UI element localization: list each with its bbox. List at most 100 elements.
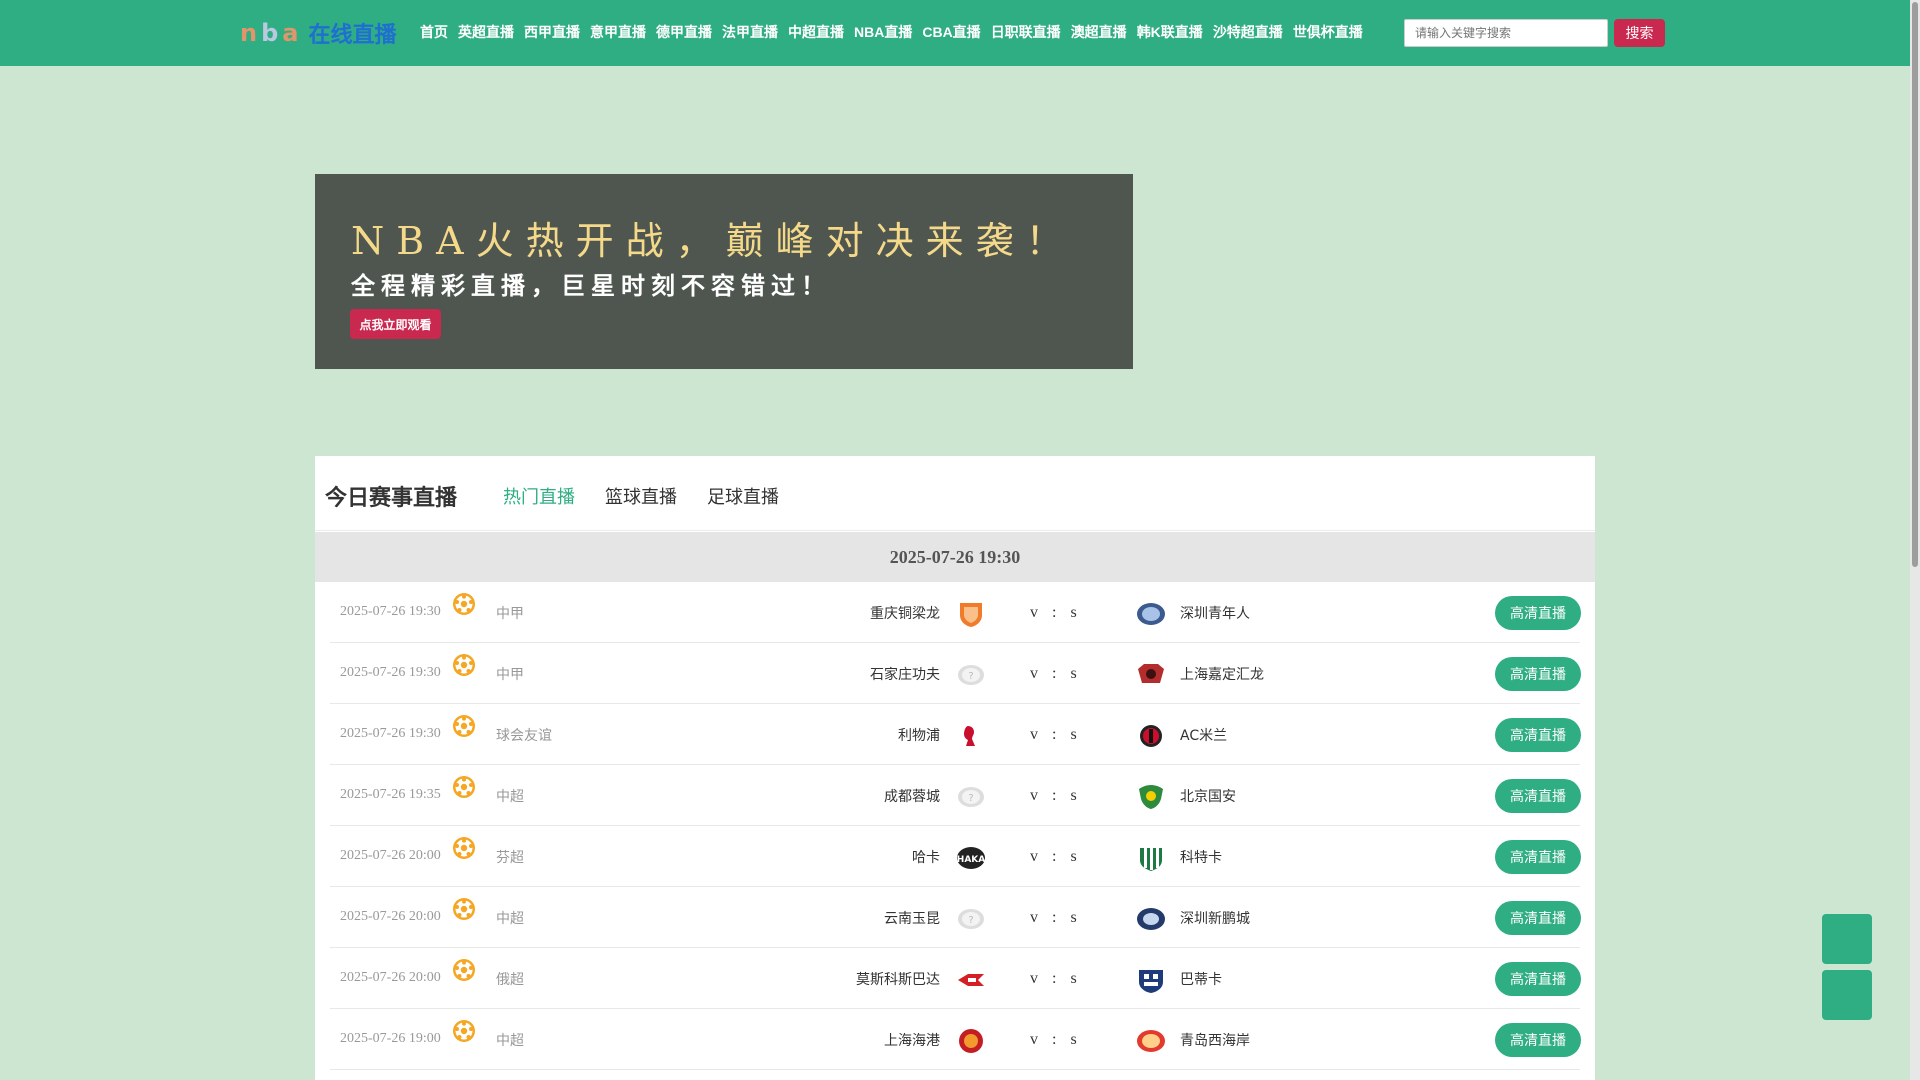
category-tabs: 热门直播 篮球直播 足球直播	[503, 483, 779, 509]
nav-cba[interactable]: CBA直播	[922, 22, 980, 42]
vs-s: s	[1070, 726, 1077, 743]
nav-csl[interactable]: 中超直播	[788, 22, 844, 42]
nav-jleague[interactable]: 日职联直播	[991, 22, 1061, 42]
svg-text:?: ?	[968, 793, 973, 804]
nav-aleague[interactable]: 澳超直播	[1071, 22, 1127, 42]
match-row[interactable]: 2025-07-26 20:00 中超 云南玉昆? v: s 深圳新鹏城 高清直播	[330, 887, 1581, 948]
match-row[interactable]: 2025-07-26 20:00 俄超 莫斯科斯巴达 v: s 巴蒂卡 高清直播	[330, 948, 1581, 1009]
nav-seriea[interactable]: 意甲直播	[590, 22, 646, 42]
match-row[interactable]: 2025-07-26 19:35 中超 成都蓉城? v: s 北京国安 高清直播	[330, 765, 1581, 826]
league-name[interactable]: 中超	[496, 1030, 524, 1050]
home-team-name[interactable]: 成都蓉城	[884, 786, 940, 806]
nav-ligue1[interactable]: 法甲直播	[722, 22, 778, 42]
match-time: 2025-07-26 20:00	[340, 970, 441, 985]
logo-letter-n: n	[240, 19, 262, 47]
league-name[interactable]: 球会友谊	[496, 725, 552, 745]
hd-live-button[interactable]: 高清直播	[1495, 901, 1581, 935]
home-team-name[interactable]: 莫斯科斯巴达	[856, 969, 940, 989]
away-team-logo-icon	[1136, 1027, 1166, 1055]
hd-live-button[interactable]: 高清直播	[1495, 596, 1581, 630]
home-team-name[interactable]: 云南玉昆	[884, 908, 940, 928]
tab-basketball[interactable]: 篮球直播	[605, 483, 677, 509]
nav-home[interactable]: 首页	[420, 22, 448, 42]
float-button-top[interactable]	[1822, 914, 1872, 964]
league-name[interactable]: 中甲	[496, 603, 524, 623]
home-team-logo-icon	[956, 966, 986, 994]
date-header: 2025-07-26 19:30	[315, 532, 1595, 582]
home-team-name[interactable]: 上海海港	[884, 1030, 940, 1050]
watch-now-button[interactable]: 点我立即观看	[350, 309, 441, 339]
hd-live-button[interactable]: 高清直播	[1495, 840, 1581, 874]
nav-laliga[interactable]: 西甲直播	[524, 22, 580, 42]
nav-nba[interactable]: NBA直播	[854, 22, 912, 42]
away-team-name[interactable]: 科特卡	[1180, 847, 1222, 867]
league-name[interactable]: 中甲	[496, 664, 524, 684]
league-name[interactable]: 中超	[496, 786, 524, 806]
football-icon	[452, 592, 476, 616]
vs-v: v	[1030, 970, 1038, 987]
match-time: 2025-07-26 20:00	[340, 909, 441, 924]
nav-clubworldcup[interactable]: 世俱杯直播	[1293, 22, 1363, 42]
vs-s: s	[1070, 909, 1077, 926]
away-team-name[interactable]: 上海嘉定汇龙	[1180, 664, 1264, 684]
panel-title: 今日赛事直播	[325, 486, 458, 511]
vs-separator: v: s	[1030, 726, 1077, 744]
vs-colon: :	[1052, 970, 1057, 987]
vs-s: s	[1070, 787, 1077, 804]
away-team-name[interactable]: 巴蒂卡	[1180, 969, 1222, 989]
nav-kleague[interactable]: 韩K联直播	[1137, 22, 1203, 42]
match-row[interactable]: 2025-07-26 19:30 中甲 重庆铜梁龙 v: s 深圳青年人 高清直播	[330, 582, 1581, 643]
home-team-logo-icon: HAKA	[956, 844, 986, 872]
svg-text:HAKA: HAKA	[957, 855, 985, 865]
away-team-name[interactable]: 青岛西海岸	[1180, 1030, 1250, 1050]
home-team-name[interactable]: 哈卡	[912, 847, 940, 867]
scrollbar-thumb[interactable]	[1912, 2, 1918, 567]
vs-separator: v: s	[1030, 848, 1077, 866]
football-icon	[452, 653, 476, 677]
league-name[interactable]: 芬超	[496, 847, 524, 867]
vs-v: v	[1030, 726, 1038, 743]
home-team-logo-icon	[956, 600, 986, 628]
nav-bundesliga[interactable]: 德甲直播	[656, 22, 712, 42]
home-team-name[interactable]: 石家庄功夫	[870, 664, 940, 684]
away-team-logo-icon	[1136, 844, 1166, 872]
away-team-name[interactable]: 北京国安	[1180, 786, 1236, 806]
vs-v: v	[1030, 1031, 1038, 1048]
nav-epl[interactable]: 英超直播	[458, 22, 514, 42]
league-name[interactable]: 中超	[496, 908, 524, 928]
search-input[interactable]	[1404, 19, 1608, 47]
promo-banner[interactable]: NBA火热开战，巅峰对决来袭！ 全程精彩直播，巨星时刻不容错过！ 点我立即观看	[315, 174, 1133, 369]
away-team-logo-icon	[1136, 600, 1166, 628]
match-time: 2025-07-26 19:30	[340, 604, 441, 619]
league-name[interactable]: 俄超	[496, 969, 524, 989]
tab-football[interactable]: 足球直播	[707, 483, 779, 509]
tab-hot[interactable]: 热门直播	[503, 483, 575, 509]
match-row[interactable]: 2025-07-26 20:00 芬超 哈卡 HAKA v: s 科特卡 高清直播	[330, 826, 1581, 887]
hd-live-button[interactable]: 高清直播	[1495, 657, 1581, 691]
match-list: 2025-07-26 19:30 中甲 重庆铜梁龙 v: s 深圳青年人 高清直播 2025-…	[330, 582, 1581, 1070]
away-team-logo-icon	[1136, 661, 1166, 689]
vs-separator: v: s	[1030, 1031, 1077, 1049]
match-row[interactable]: 2025-07-26 19:30 球会友谊 利物浦 v: s AC米兰 高清直播	[330, 704, 1581, 765]
hd-live-button[interactable]: 高清直播	[1495, 779, 1581, 813]
home-team-name[interactable]: 重庆铜梁龙	[870, 603, 940, 623]
search-button[interactable]: 搜索	[1614, 19, 1665, 47]
float-button-bottom[interactable]	[1822, 970, 1872, 1020]
hd-live-button[interactable]: 高清直播	[1495, 718, 1581, 752]
away-team-name[interactable]: 深圳青年人	[1180, 603, 1250, 623]
vs-colon: :	[1052, 604, 1057, 621]
logo-letter-b: b	[261, 19, 283, 47]
match-time: 2025-07-26 20:00	[340, 848, 441, 863]
hd-live-button[interactable]: 高清直播	[1495, 1023, 1581, 1057]
nav-saudi[interactable]: 沙特超直播	[1213, 22, 1283, 42]
vs-separator: v: s	[1030, 909, 1077, 927]
match-row[interactable]: 2025-07-26 19:30 中甲 石家庄功夫? v: s 上海嘉定汇龙 高清直播	[330, 643, 1581, 704]
away-team-name[interactable]: 深圳新鹏城	[1180, 908, 1250, 928]
home-team-name[interactable]: 利物浦	[898, 725, 940, 745]
home-team-logo-icon	[956, 1027, 986, 1055]
hd-live-button[interactable]: 高清直播	[1495, 962, 1581, 996]
match-row[interactable]: 2025-07-26 19:00 中超 上海海港 v: s 青岛西海岸 高清直播	[330, 1009, 1581, 1070]
away-team-name[interactable]: AC米兰	[1180, 725, 1227, 745]
site-logo[interactable]: n b a 在线直播	[240, 18, 397, 48]
logo-text: 在线直播	[308, 23, 397, 48]
